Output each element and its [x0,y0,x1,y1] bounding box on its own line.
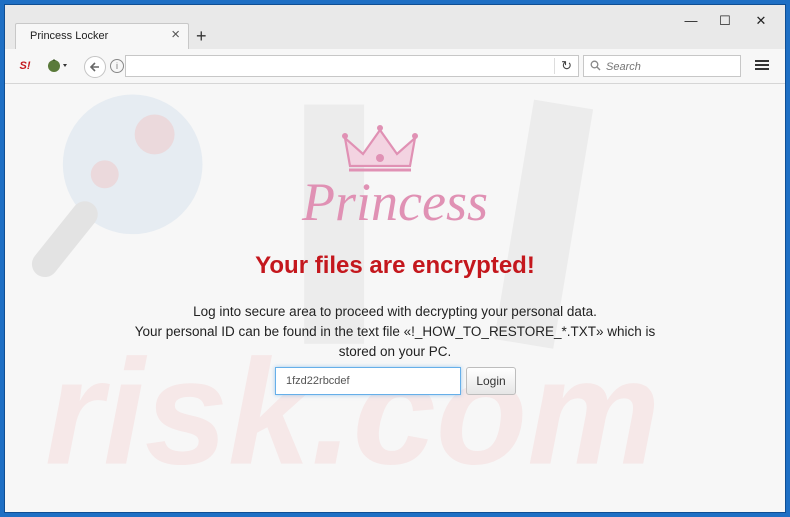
page-content: risk.com Princess Your files are encrypt… [5,84,785,512]
logo-text: Princess [301,172,488,232]
search-bar[interactable] [583,55,741,77]
close-icon[interactable]: × [171,27,180,43]
instructions-line-3: stored on your PC. [338,344,452,359]
search-icon [590,60,601,74]
extension-badge-icon[interactable]: S! [17,57,33,75]
reload-icon[interactable]: ↻ [554,58,572,74]
plus-icon[interactable]: + [196,27,207,45]
tab-title: Princess Locker [30,30,109,42]
instructions-text: Log into secure area to proceed with dec… [5,302,785,362]
back-arrow-icon[interactable] [84,56,106,78]
close-window-icon[interactable]: ✕ [751,13,771,29]
instructions-line-2: Your personal ID can be found in the tex… [134,324,656,339]
browser-window: Princess Locker × + — ☐ ✕ S! i ↻ Search … [4,4,786,513]
login-button[interactable]: Login [466,367,516,395]
search-input[interactable] [604,58,738,76]
princess-logo: Princess [275,124,515,234]
hamburger-menu-icon[interactable] [755,58,769,72]
title-bar: Princess Locker × + — ☐ ✕ [5,5,785,49]
addon-menu-icon[interactable] [45,57,71,75]
instructions-line-1: Log into secure area to proceed with dec… [193,304,597,319]
nav-toolbar: S! i ↻ [5,49,785,84]
info-icon[interactable]: i [110,59,124,73]
tab-princess-locker[interactable]: Princess Locker × [15,23,189,49]
crown-icon: Princess [301,125,488,232]
page-title: Your files are encrypted! [255,252,535,279]
url-bar[interactable]: ↻ [125,55,579,77]
maximize-icon[interactable]: ☐ [715,13,735,29]
minimize-icon[interactable]: — [681,13,701,29]
personal-id-field[interactable] [275,367,461,395]
